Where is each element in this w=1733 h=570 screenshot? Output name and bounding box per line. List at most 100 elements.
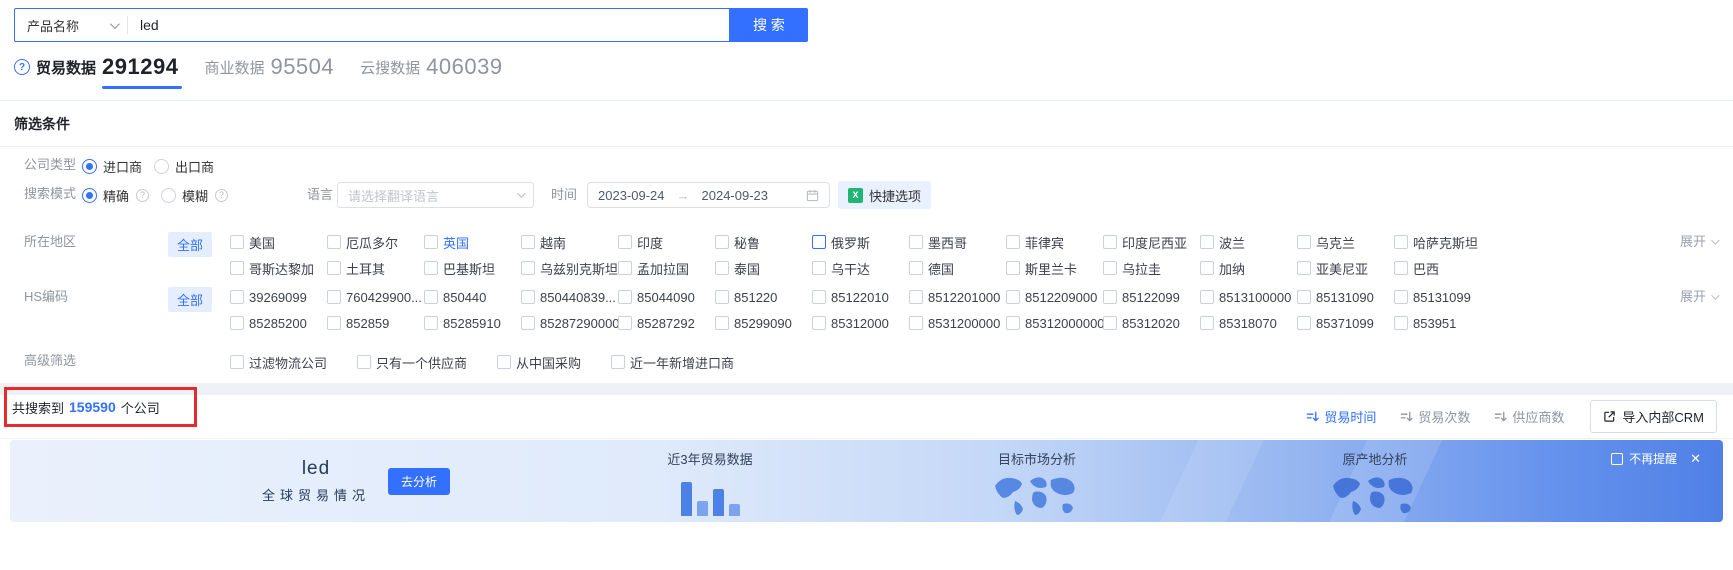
checkbox-icon[interactable]	[230, 261, 244, 275]
region-checkbox-item[interactable]: 泰国	[715, 259, 812, 278]
checkbox-icon[interactable]	[812, 290, 826, 304]
hs-code-checkbox-item[interactable]: 85122010	[812, 290, 909, 305]
checkbox-icon[interactable]	[327, 290, 341, 304]
search-input[interactable]	[128, 17, 729, 33]
checkbox-icon[interactable]	[812, 316, 826, 330]
hs-code-checkbox-item[interactable]: 85285200	[230, 316, 327, 331]
checkbox-icon[interactable]	[812, 261, 826, 275]
region-checkbox-item[interactable]: 亚美尼亚	[1297, 259, 1394, 278]
checkbox-icon[interactable]	[618, 290, 632, 304]
result-count[interactable]: 159590	[69, 399, 116, 415]
checkbox-icon[interactable]	[1006, 290, 1020, 304]
quick-options-button[interactable]: X 快捷选项	[838, 181, 932, 209]
checkbox-icon[interactable]	[424, 235, 438, 249]
question-circle-icon[interactable]: ?	[14, 59, 30, 75]
checkbox-icon[interactable]	[424, 290, 438, 304]
hs-code-checkbox-item[interactable]: 851220	[715, 290, 812, 305]
region-checkbox-item[interactable]: 菲律宾	[1006, 233, 1103, 252]
checkbox-icon[interactable]	[497, 355, 512, 369]
checkbox-icon[interactable]	[1200, 290, 1214, 304]
hs-code-checkbox-item[interactable]: 39269099	[230, 290, 327, 305]
checkbox-icon[interactable]	[715, 290, 729, 304]
checkbox-icon[interactable]	[1200, 261, 1214, 275]
checkbox-icon[interactable]	[909, 235, 923, 249]
region-all-chip[interactable]: 全部	[168, 232, 213, 257]
hs-code-all-chip[interactable]: 全部	[168, 287, 213, 312]
region-checkbox-item[interactable]: 孟加拉国	[618, 259, 715, 278]
hs-code-checkbox-item[interactable]: 85312000000	[1006, 316, 1105, 331]
dismiss-checkbox-icon[interactable]	[1611, 452, 1624, 465]
region-expand-link[interactable]: 展开	[1680, 229, 1720, 255]
advanced-checkbox-item[interactable]: 从中国采购	[497, 353, 581, 372]
end-date[interactable]: 2024-09-23	[702, 188, 769, 203]
checkbox-icon[interactable]	[1297, 235, 1311, 249]
hs-code-checkbox-item[interactable]: 85312020	[1103, 316, 1200, 331]
region-checkbox-item[interactable]: 哈萨克斯坦	[1394, 233, 1491, 252]
close-icon[interactable]: ✕	[1690, 451, 1701, 467]
checkbox-icon[interactable]	[1297, 261, 1311, 275]
checkbox-icon[interactable]	[715, 261, 729, 275]
hs-code-checkbox-item[interactable]: 8512209000	[1006, 290, 1103, 305]
hs-code-checkbox-item[interactable]: 85131099	[1394, 290, 1491, 305]
checkbox-icon[interactable]	[1394, 261, 1408, 275]
region-checkbox-item[interactable]: 厄瓜多尔	[327, 233, 424, 252]
hs-code-checkbox-item[interactable]: 8512201000	[909, 290, 1006, 305]
sort-option[interactable]: 贸易时间	[1306, 407, 1376, 426]
analyze-button[interactable]: 去分析	[388, 467, 451, 495]
checkbox-icon[interactable]	[230, 235, 244, 249]
hs-code-checkbox-item[interactable]: 85371099	[1297, 316, 1394, 331]
checkbox-icon[interactable]	[1200, 316, 1214, 330]
checkbox-icon[interactable]	[1103, 316, 1117, 330]
checkbox-icon[interactable]	[1006, 235, 1020, 249]
info-icon[interactable]: ?	[215, 188, 229, 202]
hs-code-expand-link[interactable]: 展开	[1680, 284, 1720, 310]
hs-code-checkbox-item[interactable]: 8531200000	[909, 316, 1006, 331]
hs-code-checkbox-item[interactable]: 85131090	[1297, 290, 1394, 305]
checkbox-icon[interactable]	[521, 235, 535, 249]
hs-code-checkbox-item[interactable]: 850440	[424, 290, 521, 305]
hs-code-checkbox-item[interactable]: 850440839...	[521, 290, 618, 305]
start-date[interactable]: 2023-09-24	[598, 188, 665, 203]
advanced-checkbox-item[interactable]: 过滤物流公司	[230, 353, 327, 372]
checkbox-icon[interactable]	[1297, 290, 1311, 304]
search-mode-radio[interactable]: 模糊?	[161, 186, 229, 205]
hs-code-checkbox-item[interactable]: 85285910	[424, 316, 521, 331]
checkbox-icon[interactable]	[1394, 235, 1408, 249]
checkbox-icon[interactable]	[521, 316, 535, 330]
checkbox-icon[interactable]	[1200, 235, 1214, 249]
checkbox-icon[interactable]	[909, 290, 923, 304]
tab-trade-data[interactable]: ? 贸易数据 291294	[14, 54, 182, 89]
banner-card-trade-trend[interactable]: 近3年贸易数据	[645, 449, 775, 516]
hs-code-checkbox-item[interactable]: 85299090	[715, 316, 812, 331]
company-type-radio[interactable]: 出口商?	[154, 157, 214, 176]
hs-code-checkbox-item[interactable]: 760429900...	[327, 290, 424, 305]
checkbox-icon[interactable]	[909, 316, 923, 330]
hs-code-checkbox-item[interactable]: 85287292	[618, 316, 715, 331]
hs-code-checkbox-item[interactable]: 85312000	[812, 316, 909, 331]
checkbox-icon[interactable]	[1394, 290, 1408, 304]
checkbox-icon[interactable]	[230, 355, 244, 369]
dismiss-control[interactable]: 不再提醒 ✕	[1611, 450, 1701, 467]
checkbox-icon[interactable]	[424, 261, 438, 275]
checkbox-icon[interactable]	[909, 261, 923, 275]
checkbox-icon[interactable]	[611, 355, 626, 369]
tab-business-data[interactable]: 商业数据 95504	[204, 54, 334, 89]
region-checkbox-item[interactable]: 加纳	[1200, 259, 1297, 278]
region-checkbox-item[interactable]: 乌兹别克斯坦	[521, 259, 618, 278]
checkbox-icon[interactable]	[812, 235, 826, 249]
language-select[interactable]: 请选择翻译语言	[337, 182, 534, 208]
region-checkbox-item[interactable]: 波兰	[1200, 233, 1297, 252]
region-checkbox-item[interactable]: 哥斯达黎加	[230, 259, 327, 278]
checkbox-icon[interactable]	[1394, 316, 1408, 330]
region-checkbox-item[interactable]: 越南	[521, 233, 618, 252]
checkbox-icon[interactable]	[1006, 316, 1020, 330]
hs-code-checkbox-item[interactable]: 85287290000	[521, 316, 620, 331]
checkbox-icon[interactable]	[1006, 261, 1020, 275]
date-range-picker[interactable]: 2023-09-24 → 2024-09-23	[587, 182, 830, 208]
search-button[interactable]: 搜 索	[730, 8, 808, 42]
checkbox-icon[interactable]	[618, 261, 632, 275]
region-checkbox-item[interactable]: 秘鲁	[715, 233, 812, 252]
company-type-radio[interactable]: 进口商?	[82, 157, 142, 176]
sort-option[interactable]: 供应商数	[1494, 407, 1564, 426]
region-checkbox-item[interactable]: 墨西哥	[909, 233, 1006, 252]
